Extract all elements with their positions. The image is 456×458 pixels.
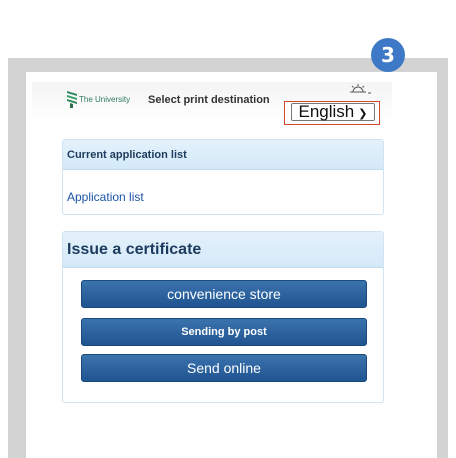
sun-icon: [350, 84, 371, 94]
language-selected-value: English: [298, 102, 355, 121]
application-list-link[interactable]: Application list: [67, 190, 144, 204]
chevron-down-icon: ❯: [358, 107, 368, 120]
issue-certificate-heading: Issue a certificate: [63, 232, 383, 268]
university-logo-text: The University: [79, 95, 131, 104]
language-select-box[interactable]: English ❯: [291, 102, 375, 121]
sending-by-post-button[interactable]: Sending by post: [81, 318, 367, 346]
university-logo-icon: [67, 91, 77, 108]
current-application-heading: Current application list: [63, 140, 383, 170]
language-select[interactable]: English ❯: [284, 101, 380, 125]
convenience-store-button[interactable]: convenience store: [81, 280, 367, 308]
page-title: Select print destination: [148, 94, 270, 106]
step-badge: 3: [371, 38, 405, 72]
issue-certificate-panel: Issue a certificate convenience store Se…: [62, 231, 384, 403]
current-application-panel: Current application list Application lis…: [62, 139, 384, 215]
send-online-button[interactable]: Send online: [81, 354, 367, 382]
